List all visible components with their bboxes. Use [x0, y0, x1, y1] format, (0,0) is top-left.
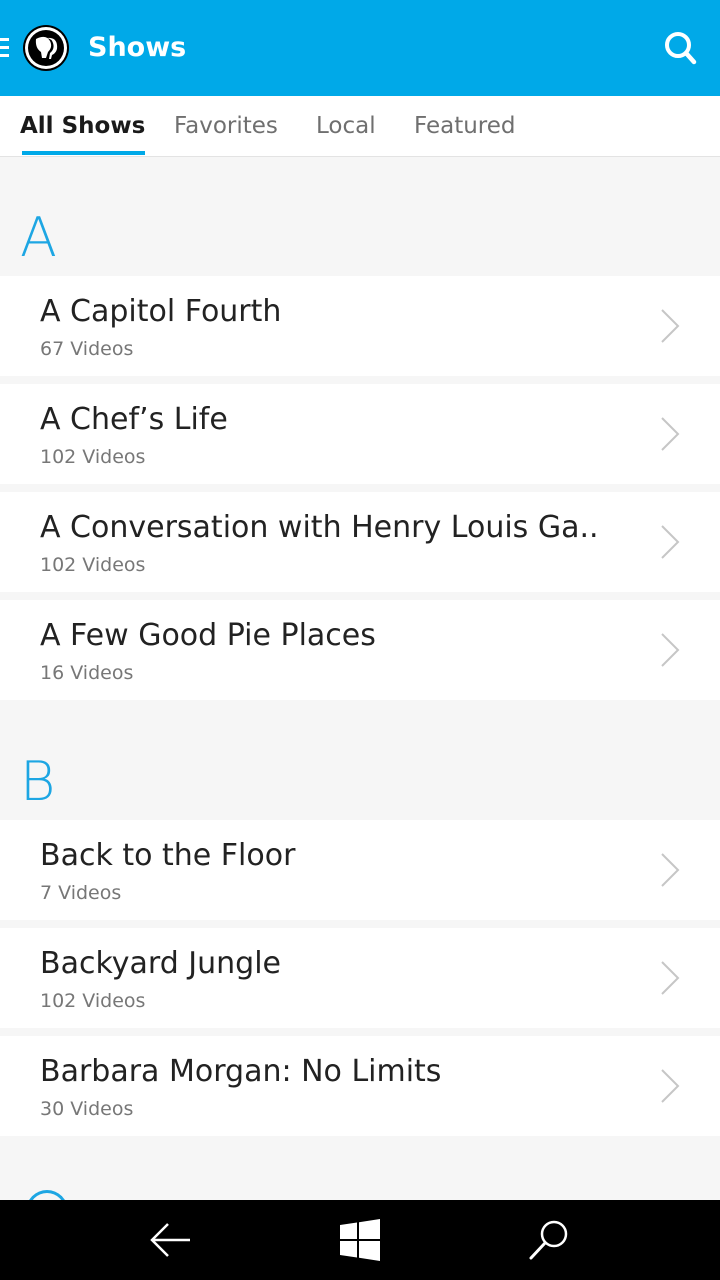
list-item[interactable]: A Conversation with Henry Louis Ga.. 102… [0, 492, 720, 592]
tab-favorites[interactable]: Favorites [174, 96, 278, 156]
show-title: Back to the Floor [40, 838, 296, 873]
tab-all-shows[interactable]: All Shows [20, 96, 146, 156]
video-count: 102 Videos [40, 554, 146, 576]
chevron-right-icon [661, 633, 680, 667]
active-tab-indicator [22, 151, 146, 155]
show-title: A Few Good Pie Places [40, 618, 376, 653]
tab-bar: All Shows Favorites Local Featured [0, 96, 720, 157]
chevron-right-icon [661, 961, 680, 995]
show-title: Backyard Jungle [40, 946, 281, 981]
show-title: Barbara Morgan: No Limits [40, 1054, 442, 1089]
pbs-logo [22, 24, 70, 72]
list-item[interactable]: Barbara Morgan: No Limits 30 Videos [0, 1036, 720, 1136]
chevron-right-icon [661, 309, 680, 343]
video-count: 30 Videos [40, 1098, 134, 1120]
show-title: A Chef’s Life [40, 402, 228, 437]
tab-label: All Shows [20, 113, 146, 139]
tab-label: Featured [414, 113, 516, 139]
list-item[interactable]: Backyard Jungle 102 Videos [0, 928, 720, 1028]
section-header-b: B [20, 750, 56, 813]
show-title: A Conversation with Henry Louis Ga.. [40, 510, 599, 545]
tab-label: Local [316, 113, 376, 139]
tab-label: Favorites [174, 113, 278, 139]
app-bar: Shows [0, 0, 720, 96]
system-nav-bar [0, 1200, 720, 1280]
search-icon[interactable] [526, 1216, 574, 1264]
chevron-right-icon [661, 417, 680, 451]
list-item[interactable]: Back to the Floor 7 Videos [0, 820, 720, 920]
windows-logo-icon[interactable] [336, 1216, 384, 1264]
hamburger-icon[interactable] [0, 38, 9, 58]
tab-local[interactable]: Local [316, 96, 376, 156]
list-item[interactable]: A Chef’s Life 102 Videos [0, 384, 720, 484]
search-icon[interactable] [660, 28, 700, 68]
chevron-right-icon [661, 853, 680, 887]
list-item[interactable]: A Capitol Fourth 67 Videos [0, 276, 720, 376]
back-arrow-icon[interactable] [146, 1216, 194, 1264]
video-count: 16 Videos [40, 662, 134, 684]
chevron-right-icon [661, 1069, 680, 1103]
video-count: 7 Videos [40, 882, 122, 904]
video-count: 102 Videos [40, 990, 146, 1012]
show-title: A Capitol Fourth [40, 294, 282, 329]
list-item[interactable]: A Few Good Pie Places 16 Videos [0, 600, 720, 700]
video-count: 102 Videos [40, 446, 146, 468]
tab-featured[interactable]: Featured [414, 96, 516, 156]
video-count: 67 Videos [40, 338, 134, 360]
chevron-right-icon [661, 525, 680, 559]
section-header-a: A [20, 206, 57, 269]
page-title: Shows [88, 32, 187, 63]
